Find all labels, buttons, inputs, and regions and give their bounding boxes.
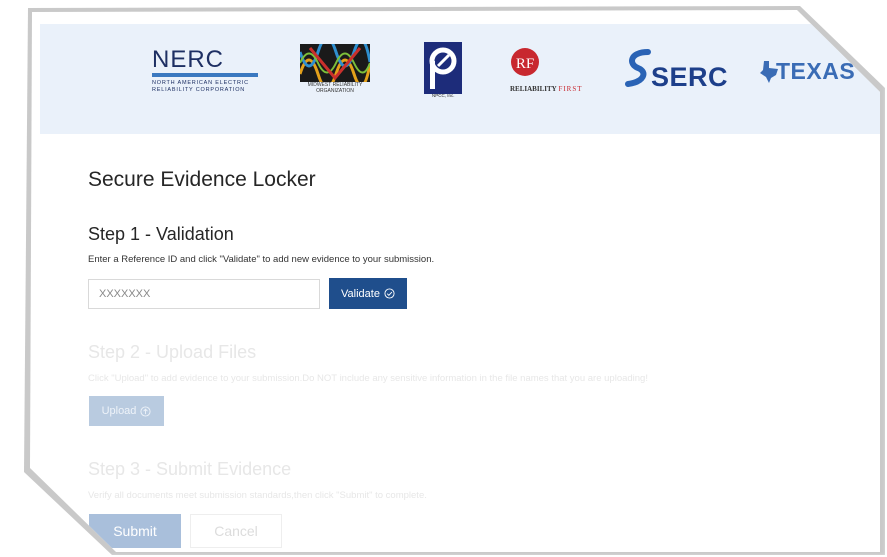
cancel-button[interactable]: Cancel	[190, 514, 282, 548]
step3-description: Verify all documents meet submission sta…	[88, 490, 427, 501]
upload-button-label: Upload	[101, 405, 137, 417]
npcc-logo-mark	[424, 42, 462, 94]
step2-description: Click "Upload" to add evidence to your s…	[88, 373, 648, 384]
nerc-logo-line2: RELIABILITY CORPORATION	[152, 87, 246, 93]
rf-logo-mark-text: RF	[516, 56, 534, 72]
texas-logo-text: TEXAS	[776, 58, 856, 84]
reliabilityfirst-logo: RF RELIABILITY FIRST	[508, 46, 588, 98]
reference-id-input[interactable]	[88, 279, 320, 309]
nerc-logo-line1: NORTH AMERICAN ELECTRIC	[152, 80, 249, 86]
mro-logo: MIDWEST RELIABILITY ORGANIZATION	[300, 44, 370, 102]
rf-logo-mark: RF	[511, 48, 539, 76]
validate-button-label: Validate	[341, 287, 380, 300]
check-circle-icon	[384, 288, 395, 299]
mro-logo-art	[300, 44, 370, 82]
nerc-logo-bar	[152, 73, 258, 77]
rf-logo-label: RELIABILITY FIRST	[510, 85, 583, 93]
npcc-logo: NPCC, Inc.	[423, 42, 465, 102]
serc-logo-text: SERC	[651, 62, 729, 92]
upload-arrow-icon	[140, 405, 151, 417]
step2-title: Step 2 - Upload Files	[88, 342, 257, 362]
serc-logo-swoosh	[625, 49, 651, 87]
step1-title: Step 1 - Validation	[88, 224, 234, 244]
mro-logo-line2: ORGANIZATION	[316, 88, 354, 94]
rf-logo-bold: RELIABILITY	[510, 85, 557, 93]
page-card: NERC NORTH AMERICAN ELECTRIC RELIABILITY…	[30, 10, 880, 552]
step1-description: Enter a Reference ID and click "Validate…	[88, 254, 435, 265]
step3-title: Step 3 - Submit Evidence	[88, 459, 292, 479]
rf-logo-lite: FIRST	[558, 85, 583, 93]
nerc-logo: NERC NORTH AMERICAN ELECTRIC RELIABILITY…	[152, 48, 262, 98]
npcc-logo-label: NPCC, Inc.	[432, 93, 455, 98]
upload-button[interactable]: Upload	[89, 396, 164, 426]
serc-logo: SERC	[624, 48, 728, 92]
nerc-logo-name: NERC	[152, 46, 225, 73]
validate-button[interactable]: Validate	[329, 278, 407, 309]
page-title: Secure Evidence Locker	[88, 168, 316, 191]
